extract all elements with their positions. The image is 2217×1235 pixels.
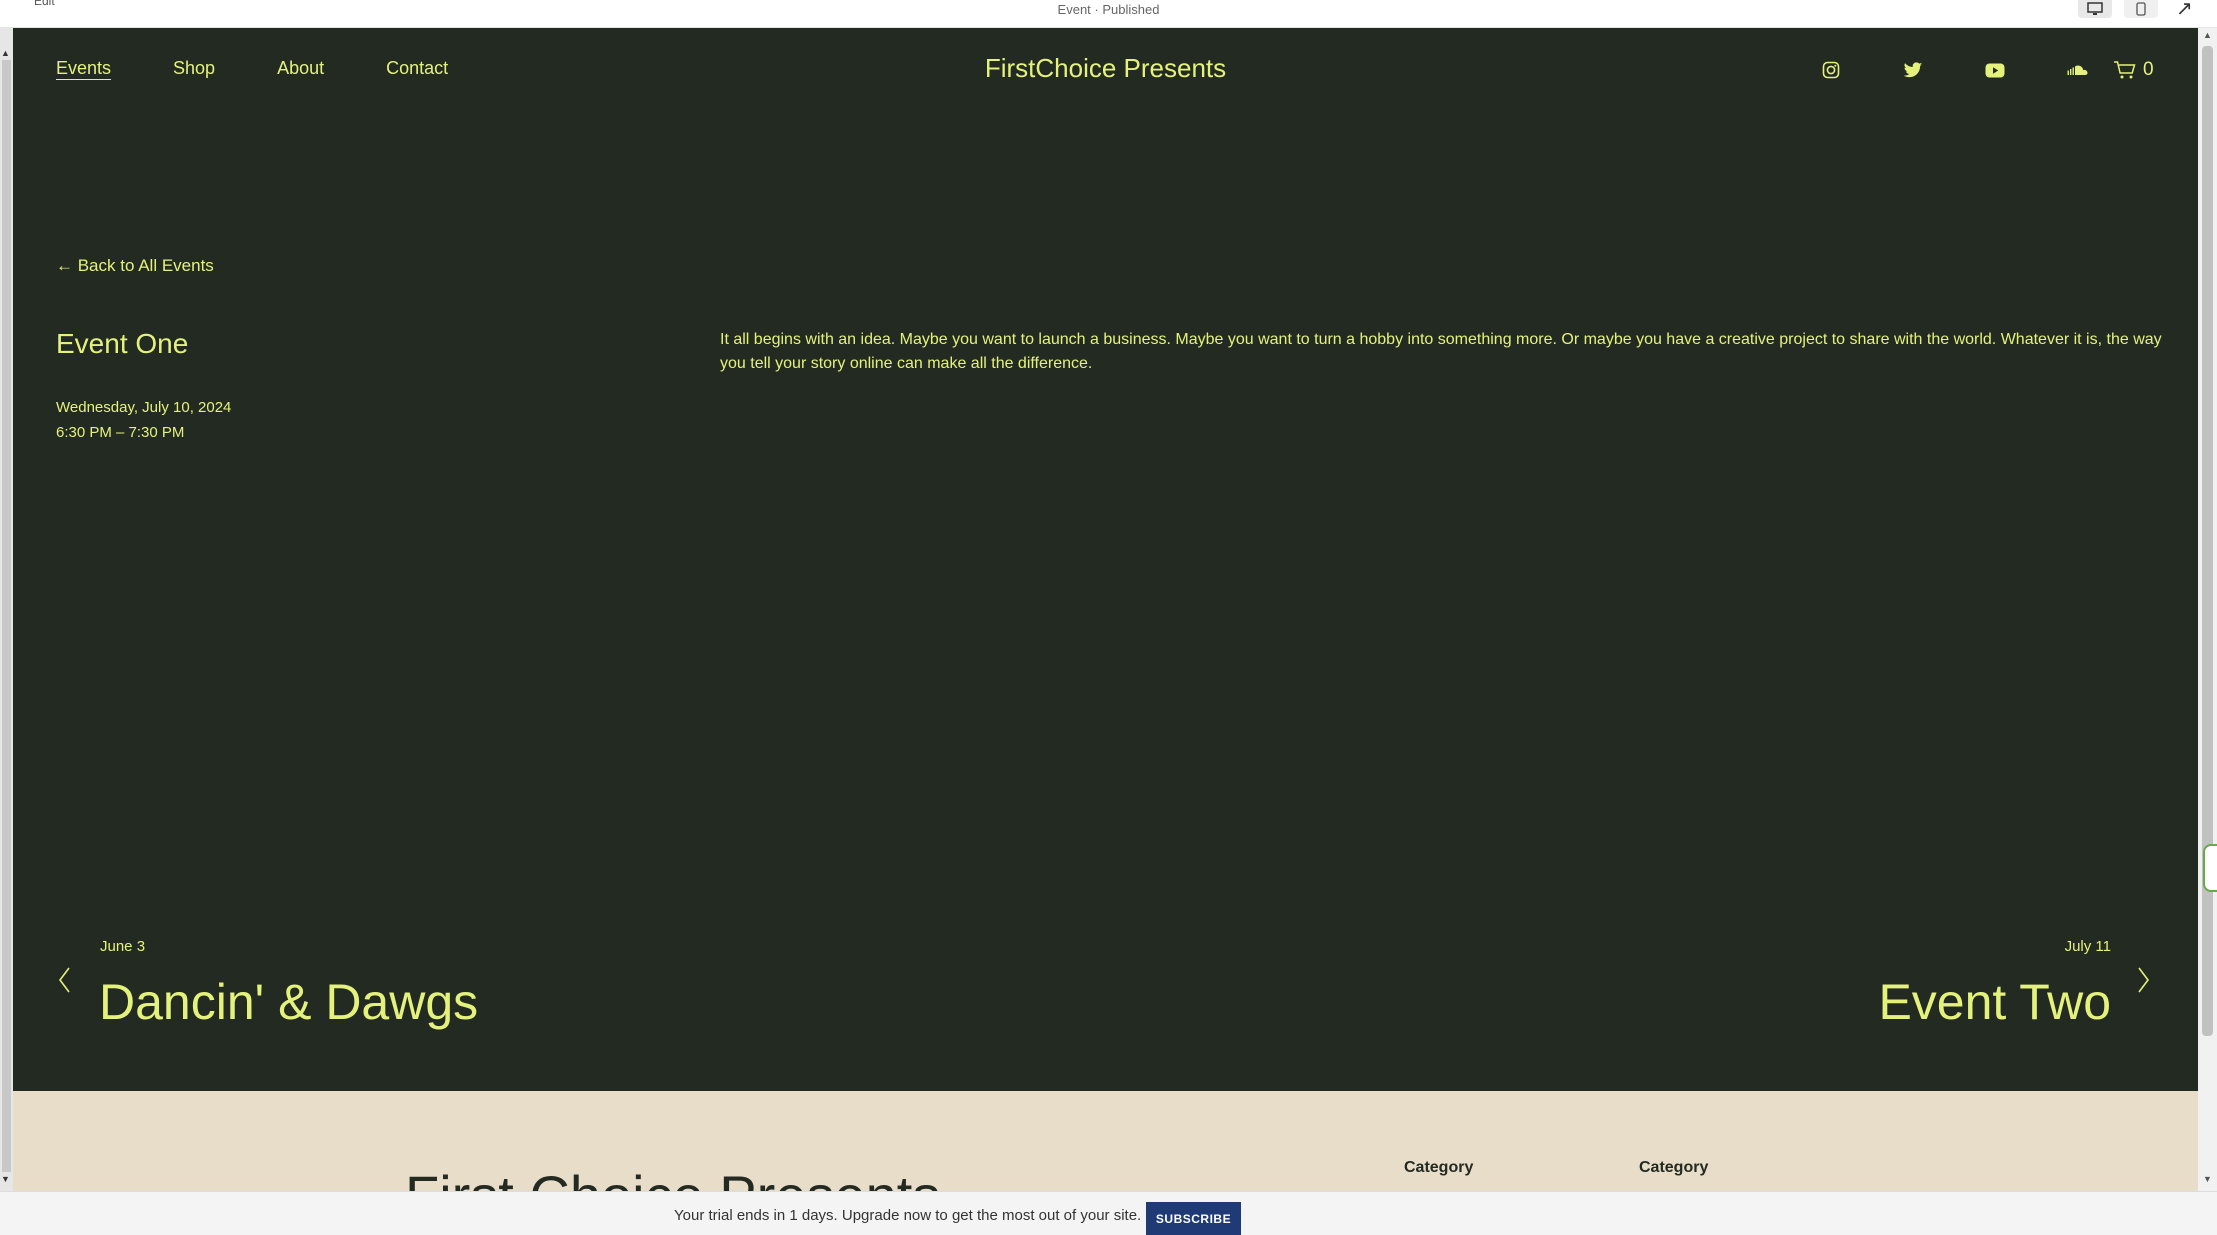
prev-event-link[interactable]: Dancin' & Dawgs xyxy=(99,973,478,1031)
side-widget-tab[interactable] xyxy=(2203,844,2217,892)
next-event-date[interactable]: July 11 xyxy=(2065,938,2111,955)
footer-category-heading: Category xyxy=(1639,1159,1709,1176)
left-scroll-track[interactable] xyxy=(2,60,11,1172)
scrollbar[interactable]: ▲ ▼ xyxy=(2198,28,2217,1191)
exit-preview-icon[interactable]: ↗ xyxy=(2176,0,2193,21)
scroll-down-icon[interactable]: ▼ xyxy=(1,1174,10,1184)
site-footer: First Choice Presents Category Category xyxy=(13,1091,2198,1191)
back-to-events-link[interactable]: ← Back to All Events xyxy=(56,256,214,276)
event-description: It all begins with an idea. Maybe you wa… xyxy=(720,331,2162,372)
event-time: 6:30 PM – 7:30 PM xyxy=(56,424,185,441)
desktop-view-button[interactable] xyxy=(2078,0,2112,18)
soundcloud-icon[interactable] xyxy=(2065,58,2089,82)
cart-button[interactable]: 0 xyxy=(2113,59,2154,81)
site-page: Events Shop About Contact FirstChoice Pr… xyxy=(13,28,2198,1091)
trial-message: Your trial ends in 1 days. Upgrade now t… xyxy=(674,1207,1142,1224)
event-date: Wednesday, July 10, 2024 xyxy=(56,399,232,416)
event-title: Event One xyxy=(56,328,189,359)
desktop-icon xyxy=(2087,2,2103,15)
cart-icon xyxy=(2114,61,2136,79)
editor-top-bar: Edit Event · Published ↗ xyxy=(0,0,2217,28)
social-links: 0 xyxy=(1819,58,2154,82)
mobile-icon xyxy=(2136,2,2146,16)
scroll-up-icon[interactable]: ▲ xyxy=(2203,30,2212,40)
scroll-up-icon[interactable]: ▲ xyxy=(1,48,10,58)
left-gutter: ▲ ▼ xyxy=(0,28,13,1191)
scroll-down-icon[interactable]: ▼ xyxy=(2203,1174,2212,1184)
subscribe-button[interactable]: SUBSCRIBE xyxy=(1146,1202,1241,1235)
footer-category-heading: Category xyxy=(1404,1159,1474,1176)
footer-brand: First Choice Presents xyxy=(405,1163,940,1191)
chevron-left-icon[interactable] xyxy=(57,966,71,999)
next-event-link[interactable]: Event Two xyxy=(1878,973,2111,1031)
mobile-view-button[interactable] xyxy=(2124,0,2158,18)
chevron-right-icon[interactable] xyxy=(2137,966,2151,999)
prev-event-date[interactable]: June 3 xyxy=(100,938,145,955)
page-status: Event · Published xyxy=(1057,2,1160,17)
cart-count: 0 xyxy=(2143,59,2154,80)
youtube-icon[interactable] xyxy=(1983,58,2007,82)
twitter-icon[interactable] xyxy=(1901,58,1925,82)
trial-banner: Your trial ends in 1 days. Upgrade now t… xyxy=(0,1191,2217,1235)
instagram-icon[interactable] xyxy=(1819,58,1843,82)
